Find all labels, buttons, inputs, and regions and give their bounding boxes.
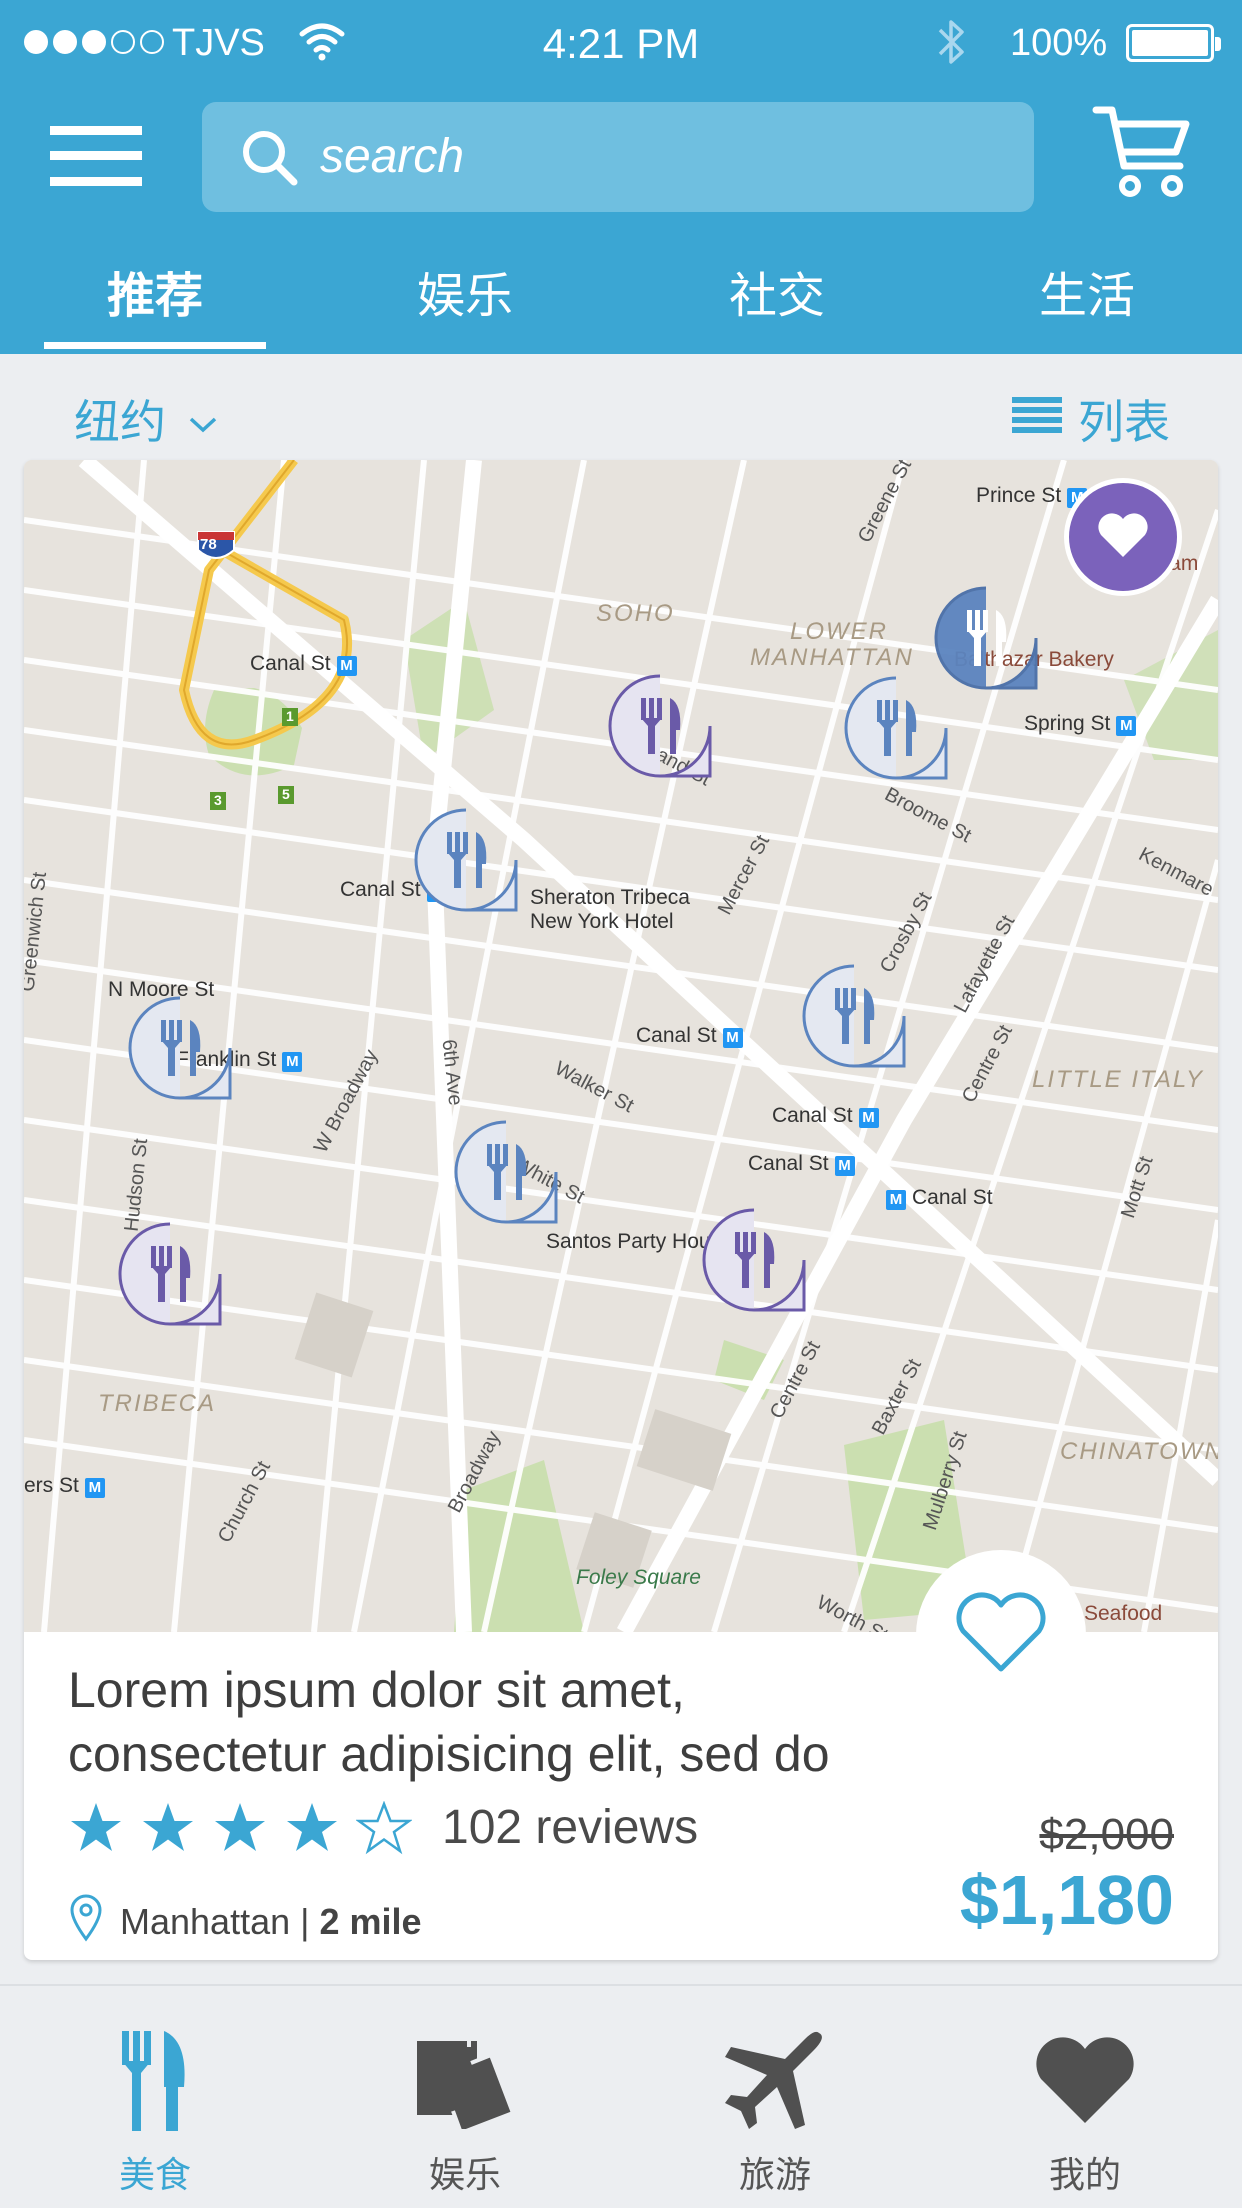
nav-profile-label: 我的 [1048, 2154, 1121, 2195]
active-tab-indicator [44, 342, 266, 349]
map-label: MANHATTAN [750, 644, 914, 671]
nav-entertainment-label: 娱乐 [428, 2154, 501, 2195]
restaurant-pin[interactable] [844, 676, 948, 780]
map-label: Sheraton Tribeca [530, 886, 690, 909]
heart-icon [930, 2026, 1240, 2136]
restaurant-pin[interactable] [702, 1208, 806, 1312]
sale-price: $1,180 [959, 1861, 1174, 1939]
location-row: Manhattan | 2 mile [68, 1892, 422, 1951]
filter-bar: 纽约 列表 [0, 354, 1242, 460]
map-label: Prince St M [976, 484, 1088, 508]
airplane-icon [620, 2026, 930, 2136]
map-view[interactable]: 78 1 3 5 Prince St M Ham SOHO LOWER MANHA… [24, 460, 1218, 1632]
tab-social[interactable]: 社交 [662, 256, 892, 346]
category-tabs: 推荐 娱乐 社交 生活 [0, 250, 1242, 354]
map-label: CHINATOWN [1060, 1438, 1218, 1465]
map-label: Canal StM [636, 1024, 743, 1048]
star-filled-icon [287, 1802, 337, 1851]
map-label: 78 [200, 536, 217, 553]
restaurant-pin[interactable] [128, 996, 232, 1100]
location-name: Manhattan [120, 1900, 291, 1942]
restaurant-pin[interactable] [608, 674, 712, 778]
map-label: 3 [214, 792, 222, 808]
battery-icon [1126, 24, 1221, 62]
nav-travel-label: 旅游 [738, 2154, 811, 2195]
separator: | [290, 1900, 320, 1942]
distance: 2 mile [319, 1900, 422, 1942]
map-label: LOWER [790, 618, 889, 645]
listing-card[interactable]: 78 1 3 5 Prince St M Ham SOHO LOWER MANHA… [24, 460, 1218, 1960]
map-label: LITTLE ITALY [1032, 1066, 1205, 1093]
restaurant-pin[interactable] [934, 586, 1038, 690]
battery-percentage: 100% [1010, 22, 1108, 64]
map-label: Canal StM [250, 652, 357, 676]
star-filled-icon [215, 1802, 265, 1851]
nav-food-label: 美食 [118, 2154, 191, 2195]
map-label: Foley Square [576, 1566, 701, 1589]
map-label: Canal StM [772, 1104, 879, 1128]
map-label: Seafood [1084, 1602, 1163, 1625]
list-icon [1012, 392, 1062, 446]
map-label: SOHO [596, 600, 675, 627]
search-bar[interactable] [202, 102, 1034, 212]
nav-profile[interactable]: 我的 [930, 1986, 1240, 2208]
search-input[interactable] [320, 124, 1000, 188]
list-view-toggle[interactable]: 列表 [1012, 386, 1170, 452]
map-label: TRIBECA [98, 1390, 217, 1417]
star-empty-icon [356, 1800, 412, 1854]
tab-life[interactable]: 生活 [972, 256, 1202, 346]
map-label: 5 [282, 786, 290, 802]
review-count[interactable]: 102 reviews [442, 1800, 698, 1855]
nav-travel[interactable]: 旅游 [620, 1986, 930, 2208]
list-view-label: 列表 [1078, 396, 1170, 448]
status-bar: TJVS 4:21 PM 100% [0, 0, 1242, 86]
restaurant-pin[interactable] [454, 1120, 558, 1224]
restaurant-pin[interactable] [414, 808, 518, 912]
map-label: Spring St M [1024, 712, 1137, 736]
map-label: Canal StM [748, 1152, 855, 1176]
chevron-down-icon [188, 392, 218, 446]
map-label: New York Hotel [530, 910, 674, 933]
app-header: TJVS 4:21 PM 100% 推荐 娱乐 社交 生活 [0, 0, 1242, 354]
cart-icon[interactable] [1092, 104, 1192, 205]
fork-knife-icon [0, 2026, 310, 2136]
map-label: M Canal St [886, 1186, 993, 1210]
bluetooth-icon [934, 16, 968, 73]
restaurant-pin[interactable] [802, 964, 906, 1068]
search-icon [238, 126, 302, 195]
nav-entertainment[interactable]: 娱乐 [310, 1986, 620, 2208]
menu-button[interactable] [50, 126, 142, 186]
location-pin-icon [68, 1892, 104, 1951]
ticket-icon [310, 2026, 620, 2136]
star-rating [68, 1800, 412, 1855]
nav-food[interactable]: 美食 [0, 1986, 310, 2208]
tab-entertainment[interactable]: 娱乐 [350, 256, 580, 346]
listing-title: Lorem ipsum dolor sit amet, consectetur … [68, 1662, 830, 1782]
restaurant-pin[interactable] [118, 1222, 222, 1326]
favorites-map-button[interactable] [1064, 478, 1182, 596]
star-filled-icon [71, 1802, 121, 1851]
city-selector[interactable]: 纽约 [74, 386, 218, 452]
map-label: ers St M [24, 1474, 105, 1498]
map-label: 1 [286, 708, 294, 724]
bottom-navigation: 美食 娱乐 旅游 我的 [0, 1984, 1242, 2208]
original-price: $2,000 [1039, 1810, 1174, 1859]
heart-icon [1096, 511, 1150, 564]
star-filled-icon [143, 1802, 193, 1851]
rating-row: 102 reviews [68, 1800, 698, 1855]
tab-recommended[interactable]: 推荐 [40, 256, 270, 346]
city-label: 纽约 [74, 396, 166, 448]
